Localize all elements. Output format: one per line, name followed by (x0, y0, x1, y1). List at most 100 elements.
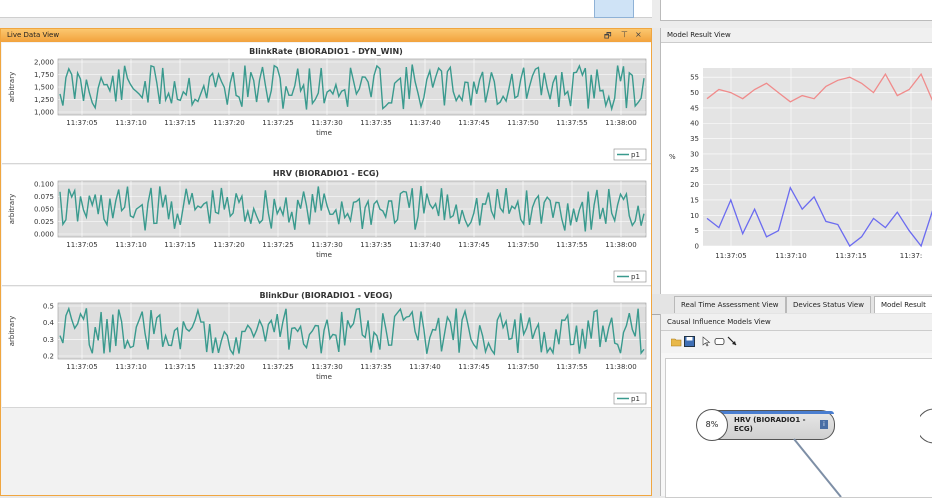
y-tick-label: 0.075 (34, 193, 54, 201)
x-tick-label: 11:38:00 (605, 241, 636, 249)
blinkrate-chart: BlinkRate (BIORADIO1 - DYN_WIN) 2,000 1,75… (2, 43, 651, 164)
x-tick-label: 11:37:40 (409, 119, 440, 127)
y-tick-label: 1,000 (34, 109, 54, 117)
y-tick-label: 45 (690, 104, 699, 112)
selected-toolbar-button[interactable] (594, 0, 634, 18)
x-tick-label: 11:37:25 (262, 363, 293, 371)
y-tick-label: 0.3 (43, 336, 54, 344)
causal-influence-title: Causal Influence Models View (667, 318, 771, 326)
y-tick-label: 0 (695, 243, 699, 251)
hrv-node-percent: 8% (696, 409, 728, 441)
pointer-icon[interactable] (701, 336, 712, 347)
x-tick-label: 11:37:55 (556, 241, 587, 249)
top-toolbar-area (0, 0, 932, 28)
restore-icon[interactable]: 🗗 (604, 30, 612, 44)
live-data-view-header: Live Data View 🗗 ⊤ × (1, 29, 651, 42)
y-tick-label: 1,750 (34, 71, 54, 79)
x-tick-label: 11:37:35 (360, 119, 391, 127)
blinkrate-chart-svg: BlinkRate (BIORADIO1 - DYN_WIN) 2,000 1,75… (8, 47, 647, 161)
close-icon[interactable]: × (635, 30, 642, 39)
model-result-view-panel: Model Result View 55 50 45 40 35 30 25 20 15 10 5 0… (660, 28, 932, 294)
tab-devices-status[interactable]: Devices Status View (786, 296, 871, 313)
tab-model-result[interactable]: Model Result (874, 296, 932, 313)
y-axis-label: arbitrary (8, 194, 16, 225)
x-tick-label: 11:37:30 (311, 241, 342, 249)
causal-model-canvas[interactable]: HRV (BIORADIO1 - ECG) i 8% (665, 358, 932, 498)
y-tick-label: 0.4 (43, 319, 55, 327)
y-tick-label: 1,500 (34, 84, 54, 92)
tab-real-time-assessment[interactable]: Real Time Assessment View (674, 296, 786, 313)
pin-icon[interactable]: ⊤ (621, 30, 628, 39)
x-tick-label: 11:37:50 (507, 241, 538, 249)
x-tick-label: 11:37:05 (66, 363, 97, 371)
x-tick-label: 11:37:30 (311, 119, 342, 127)
y-tick-label: 35 (690, 135, 699, 143)
x-tick-label: 11:37:05 (66, 119, 97, 127)
chart-title: BlinkDur (BIORADIO1 - VEOG) (259, 291, 392, 300)
y-tick-label: 2,000 (34, 59, 54, 67)
x-tick-label: 11:37:55 (556, 363, 587, 371)
y-tick-label: 1,250 (34, 96, 54, 104)
x-axis-label: time (316, 129, 332, 137)
hrv-chart: HRV (BIORADIO1 - ECG) 0.100 0.075 0.050 0.02… (2, 165, 651, 286)
y-tick-label: 30 (690, 150, 699, 158)
add-node-icon[interactable] (714, 336, 725, 347)
model-result-view-title: Model Result View (667, 31, 731, 39)
y-tick-label: 15 (690, 196, 699, 204)
legend-label: p1 (631, 273, 640, 281)
y-tick-label: 0.5 (43, 303, 54, 311)
partial-node-icon[interactable] (920, 407, 932, 447)
y-tick-label: 0.100 (34, 181, 54, 189)
blinkdur-chart-svg: BlinkDur (BIORADIO1 - VEOG) 0.5 0.4 0.3 0.2 1… (8, 291, 647, 405)
x-tick-label: 11:37:45 (458, 241, 489, 249)
x-tick-label: 11:37:05 (66, 241, 97, 249)
x-tick-label: 11:37:30 (311, 363, 342, 371)
y-axis-label: arbitrary (8, 316, 16, 347)
x-tick-label: 11:37:50 (507, 119, 538, 127)
x-tick-label: 11:37:20 (213, 241, 244, 249)
add-edge-icon[interactable] (727, 336, 738, 347)
x-tick-label: 11:37:15 (835, 252, 866, 260)
model-result-chart: 555045403530252015105011:37:05 11:37:10 11… (669, 68, 932, 260)
x-tick-label: 11:37:40 (409, 363, 440, 371)
y-tick-label: 0.000 (34, 231, 54, 239)
blinkdur-chart: BlinkDur (BIORADIO1 - VEOG) 0.5 0.4 0.3 0.2 1… (2, 287, 651, 408)
x-tick-label: 11:37:50 (507, 363, 538, 371)
x-tick-label: 11:37:55 (556, 119, 587, 127)
x-tick-label: 11:37:10 (775, 252, 806, 260)
y-axis-label: % (669, 153, 676, 161)
x-tick-label: 11:37:10 (115, 241, 146, 249)
legend-label: p1 (631, 151, 640, 159)
x-tick-label: 11:37:05 (715, 252, 746, 260)
save-icon[interactable] (684, 336, 695, 347)
x-tick-label: 11:37:20 (213, 119, 244, 127)
live-data-view-panel: Live Data View 🗗 ⊤ × BlinkRate (BIORADIO… (0, 28, 652, 496)
chart-title: HRV (BIORADIO1 - ECG) (273, 169, 379, 178)
x-tick-label: 11:37:15 (164, 363, 195, 371)
x-tick-label: 11:37:15 (164, 241, 195, 249)
y-tick-label: 50 (690, 89, 699, 97)
x-tick-label: 11:37:25 (262, 119, 293, 127)
y-tick-label: 20 (690, 181, 699, 189)
x-tick-label: 11:37:35 (360, 363, 391, 371)
x-tick-label: 11:37: (900, 252, 923, 260)
y-tick-label: 40 (690, 120, 699, 128)
y-tick-label: 0.025 (34, 218, 54, 226)
x-tick-label: 11:37:20 (213, 363, 244, 371)
y-tick-label: 0.050 (34, 206, 54, 214)
y-tick-label: 25 (690, 166, 699, 174)
chart-title: BlinkRate (BIORADIO1 - DYN_WIN) (249, 47, 403, 56)
plot-area (57, 302, 647, 360)
open-folder-icon[interactable] (671, 336, 682, 347)
x-tick-label: 11:37:10 (115, 363, 146, 371)
x-tick-label: 11:37:15 (164, 119, 195, 127)
x-axis-label: time (316, 251, 332, 259)
causal-toolbar (661, 331, 932, 353)
x-tick-label: 11:37:45 (458, 119, 489, 127)
x-tick-label: 11:37:40 (409, 241, 440, 249)
x-tick-label: 11:37:25 (262, 241, 293, 249)
causal-influence-panel: Causal Influence Models View HRV (BIORAD… (660, 314, 932, 498)
x-tick-label: 11:37:35 (360, 241, 391, 249)
tab-bar: Real Time Assessment View Devices Status… (652, 294, 932, 315)
y-tick-label: 0.2 (43, 353, 54, 361)
